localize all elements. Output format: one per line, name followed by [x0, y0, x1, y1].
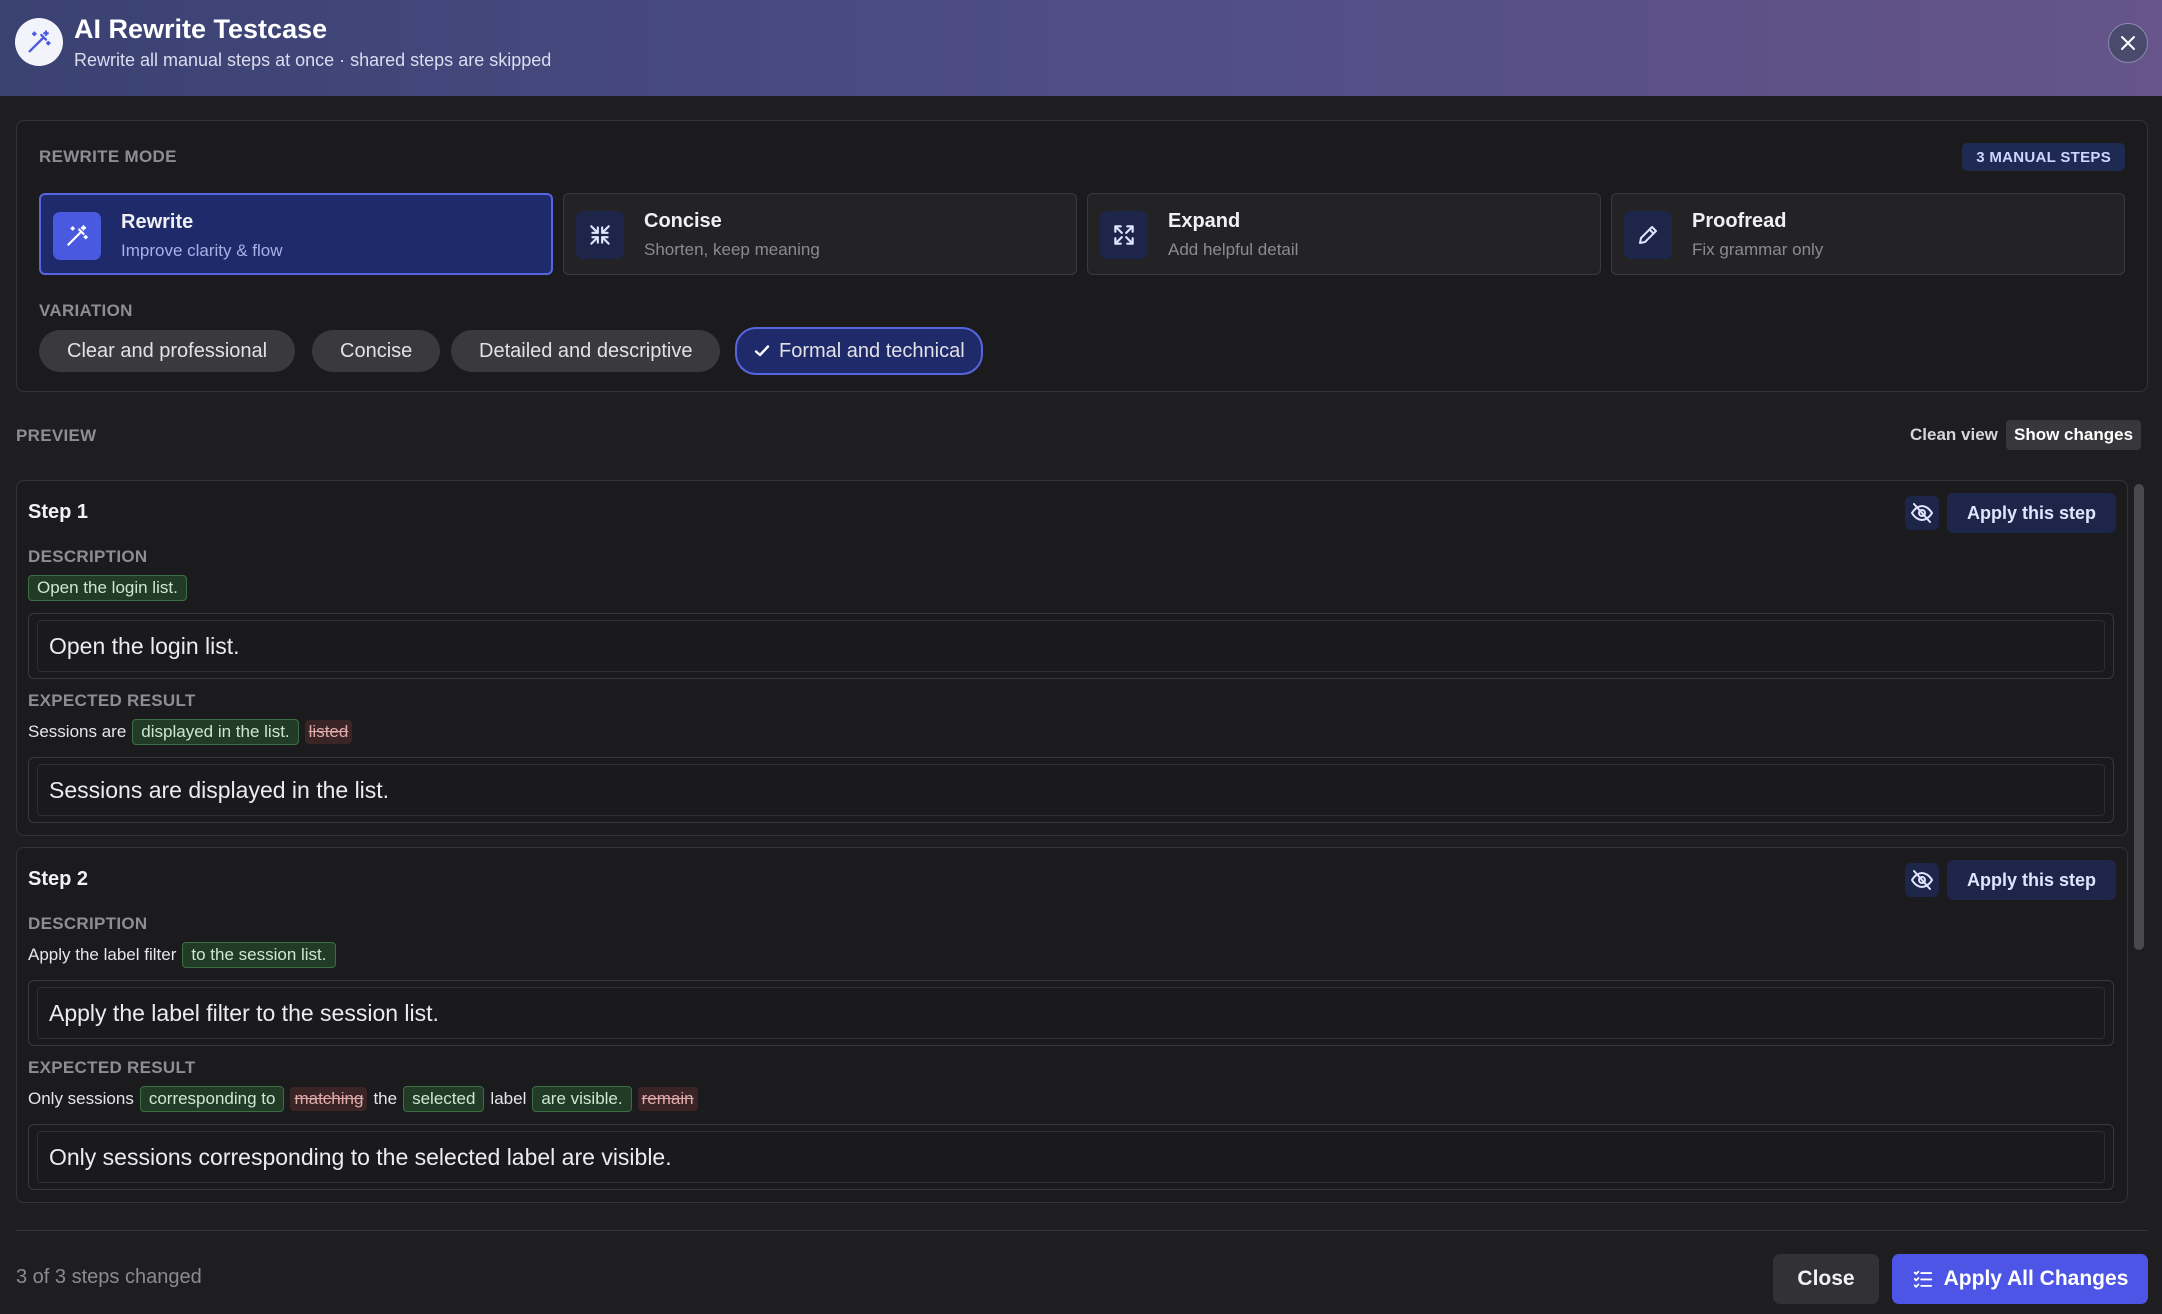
eye-off-icon — [1910, 870, 1934, 890]
magic-wand-icon — [15, 18, 63, 66]
apply-step-button[interactable]: Apply this step — [1947, 860, 2117, 900]
list-check-icon — [1913, 1270, 1932, 1288]
diff-insert: selected — [403, 1086, 485, 1112]
pencil-icon — [1624, 211, 1672, 259]
mode-card-proofread[interactable]: Proofread Fix grammar only — [1611, 193, 2125, 275]
description-field[interactable]: Open the login list. — [28, 613, 2114, 679]
expected-result-field[interactable]: Sessions are displayed in the list. — [28, 757, 2114, 823]
diff-unchanged: Sessions are — [28, 722, 127, 741]
variation-chip-formal-technical[interactable]: Formal and technical — [735, 327, 983, 375]
dialog-title: AI Rewrite Testcase — [74, 14, 328, 44]
expected-result-diff: Only sessions corresponding to matching … — [28, 1086, 698, 1112]
apply-all-changes-button[interactable]: Apply All Changes — [1892, 1254, 2148, 1304]
close-button[interactable]: Close — [1773, 1254, 1879, 1304]
step-title: Step 2 — [28, 868, 89, 890]
apply-all-label: Apply All Changes — [1943, 1267, 2129, 1290]
expected-result-field[interactable]: Only sessions corresponding to the selec… — [28, 1124, 2114, 1190]
diff-unchanged: Apply the label filter — [28, 945, 177, 964]
clean-view-toggle[interactable]: Clean view — [1902, 420, 2006, 450]
footer-divider — [16, 1230, 2148, 1231]
expected-result-label: EXPECTED RESULT — [28, 691, 196, 710]
minimize-arrows-icon — [576, 211, 624, 259]
chip-label: Formal and technical — [779, 339, 965, 362]
expected-result-diff: Sessions are displayed in the list. list… — [28, 719, 353, 745]
description-field[interactable]: Apply the label filter to the session li… — [28, 980, 2114, 1046]
show-changes-toggle[interactable]: Show changes — [2006, 420, 2142, 450]
steps-list[interactable]: Step 1 Apply this step DESCRIPTION Open … — [16, 480, 2134, 1210]
mode-card-expand[interactable]: Expand Add helpful detail — [1087, 193, 1601, 275]
variation-chip-detailed-descriptive[interactable]: Detailed and descriptive — [451, 330, 721, 372]
preview-label: PREVIEW — [16, 426, 97, 445]
description-diff: Open the login list. — [28, 575, 187, 601]
mode-title: Concise — [644, 210, 722, 232]
close-dialog-button[interactable] — [2108, 23, 2148, 63]
dialog-header: AI Rewrite Testcase Rewrite all manual s… — [0, 0, 2162, 96]
description-label: DESCRIPTION — [28, 547, 148, 566]
diff-unchanged: label — [490, 1089, 527, 1108]
manual-steps-badge: 3 MANUAL STEPS — [1962, 143, 2125, 171]
steps-changed-status: 3 of 3 steps changed — [16, 1266, 202, 1288]
diff-insert: are visible. — [532, 1086, 632, 1112]
checkmark-icon — [754, 345, 770, 357]
diff-insert: to the session list. — [182, 942, 336, 968]
description-label: DESCRIPTION — [28, 914, 148, 933]
dialog-subtitle: Rewrite all manual steps at once · share… — [74, 50, 552, 70]
mode-description: Shorten, keep meaning — [644, 240, 820, 259]
diff-unchanged: Only sessions — [28, 1089, 134, 1108]
hide-changes-button[interactable] — [1905, 863, 1939, 897]
step-title: Step 1 — [28, 501, 89, 523]
maximize-arrows-icon — [1100, 211, 1148, 259]
diff-insert: displayed in the list. — [132, 719, 299, 745]
hide-changes-button[interactable] — [1905, 496, 1939, 530]
diff-insert: corresponding to — [139, 1086, 285, 1112]
mode-title: Proofread — [1692, 210, 1787, 232]
description-diff: Apply the label filter to the session li… — [28, 942, 336, 968]
mode-description: Add helpful detail — [1168, 240, 1299, 259]
steps-scrollbar[interactable] — [2134, 484, 2144, 950]
variation-chip-clear-professional[interactable]: Clear and professional — [39, 330, 296, 372]
mode-description: Improve clarity & flow — [121, 241, 283, 260]
apply-step-button[interactable]: Apply this step — [1947, 493, 2117, 533]
step-card: Step 2 Apply this step DESCRIPTION Apply… — [16, 847, 2128, 1203]
mode-title: Rewrite — [121, 211, 194, 233]
description-value: Apply the label filter to the session li… — [37, 987, 2105, 1039]
mode-card-rewrite[interactable]: Rewrite Improve clarity & flow — [39, 193, 553, 275]
mode-description: Fix grammar only — [1692, 240, 1824, 259]
expected-result-value: Sessions are displayed in the list. — [37, 764, 2105, 816]
diff-delete: listed — [304, 720, 353, 744]
mode-title: Expand — [1168, 210, 1241, 232]
expected-result-label: EXPECTED RESULT — [28, 1058, 196, 1077]
variation-label: VARIATION — [39, 301, 133, 320]
step-card: Step 1 Apply this step DESCRIPTION Open … — [16, 480, 2128, 836]
expected-result-value: Only sessions corresponding to the selec… — [37, 1131, 2105, 1183]
mode-card-concise[interactable]: Concise Shorten, keep meaning — [563, 193, 1077, 275]
description-value: Open the login list. — [37, 620, 2105, 672]
diff-unchanged: the — [373, 1089, 398, 1108]
variation-chip-concise[interactable]: Concise — [312, 330, 441, 372]
eye-off-icon — [1910, 503, 1934, 523]
rewrite-mode-panel: REWRITE MODE 3 MANUAL STEPS Rewrite Impr… — [16, 120, 2148, 392]
magic-wand-icon — [53, 212, 101, 260]
diff-insert: Open the login list. — [28, 575, 187, 601]
diff-delete: matching — [290, 1087, 368, 1111]
close-icon — [2121, 36, 2135, 50]
diff-delete: remain — [637, 1087, 698, 1111]
rewrite-mode-label: REWRITE MODE — [39, 147, 177, 166]
